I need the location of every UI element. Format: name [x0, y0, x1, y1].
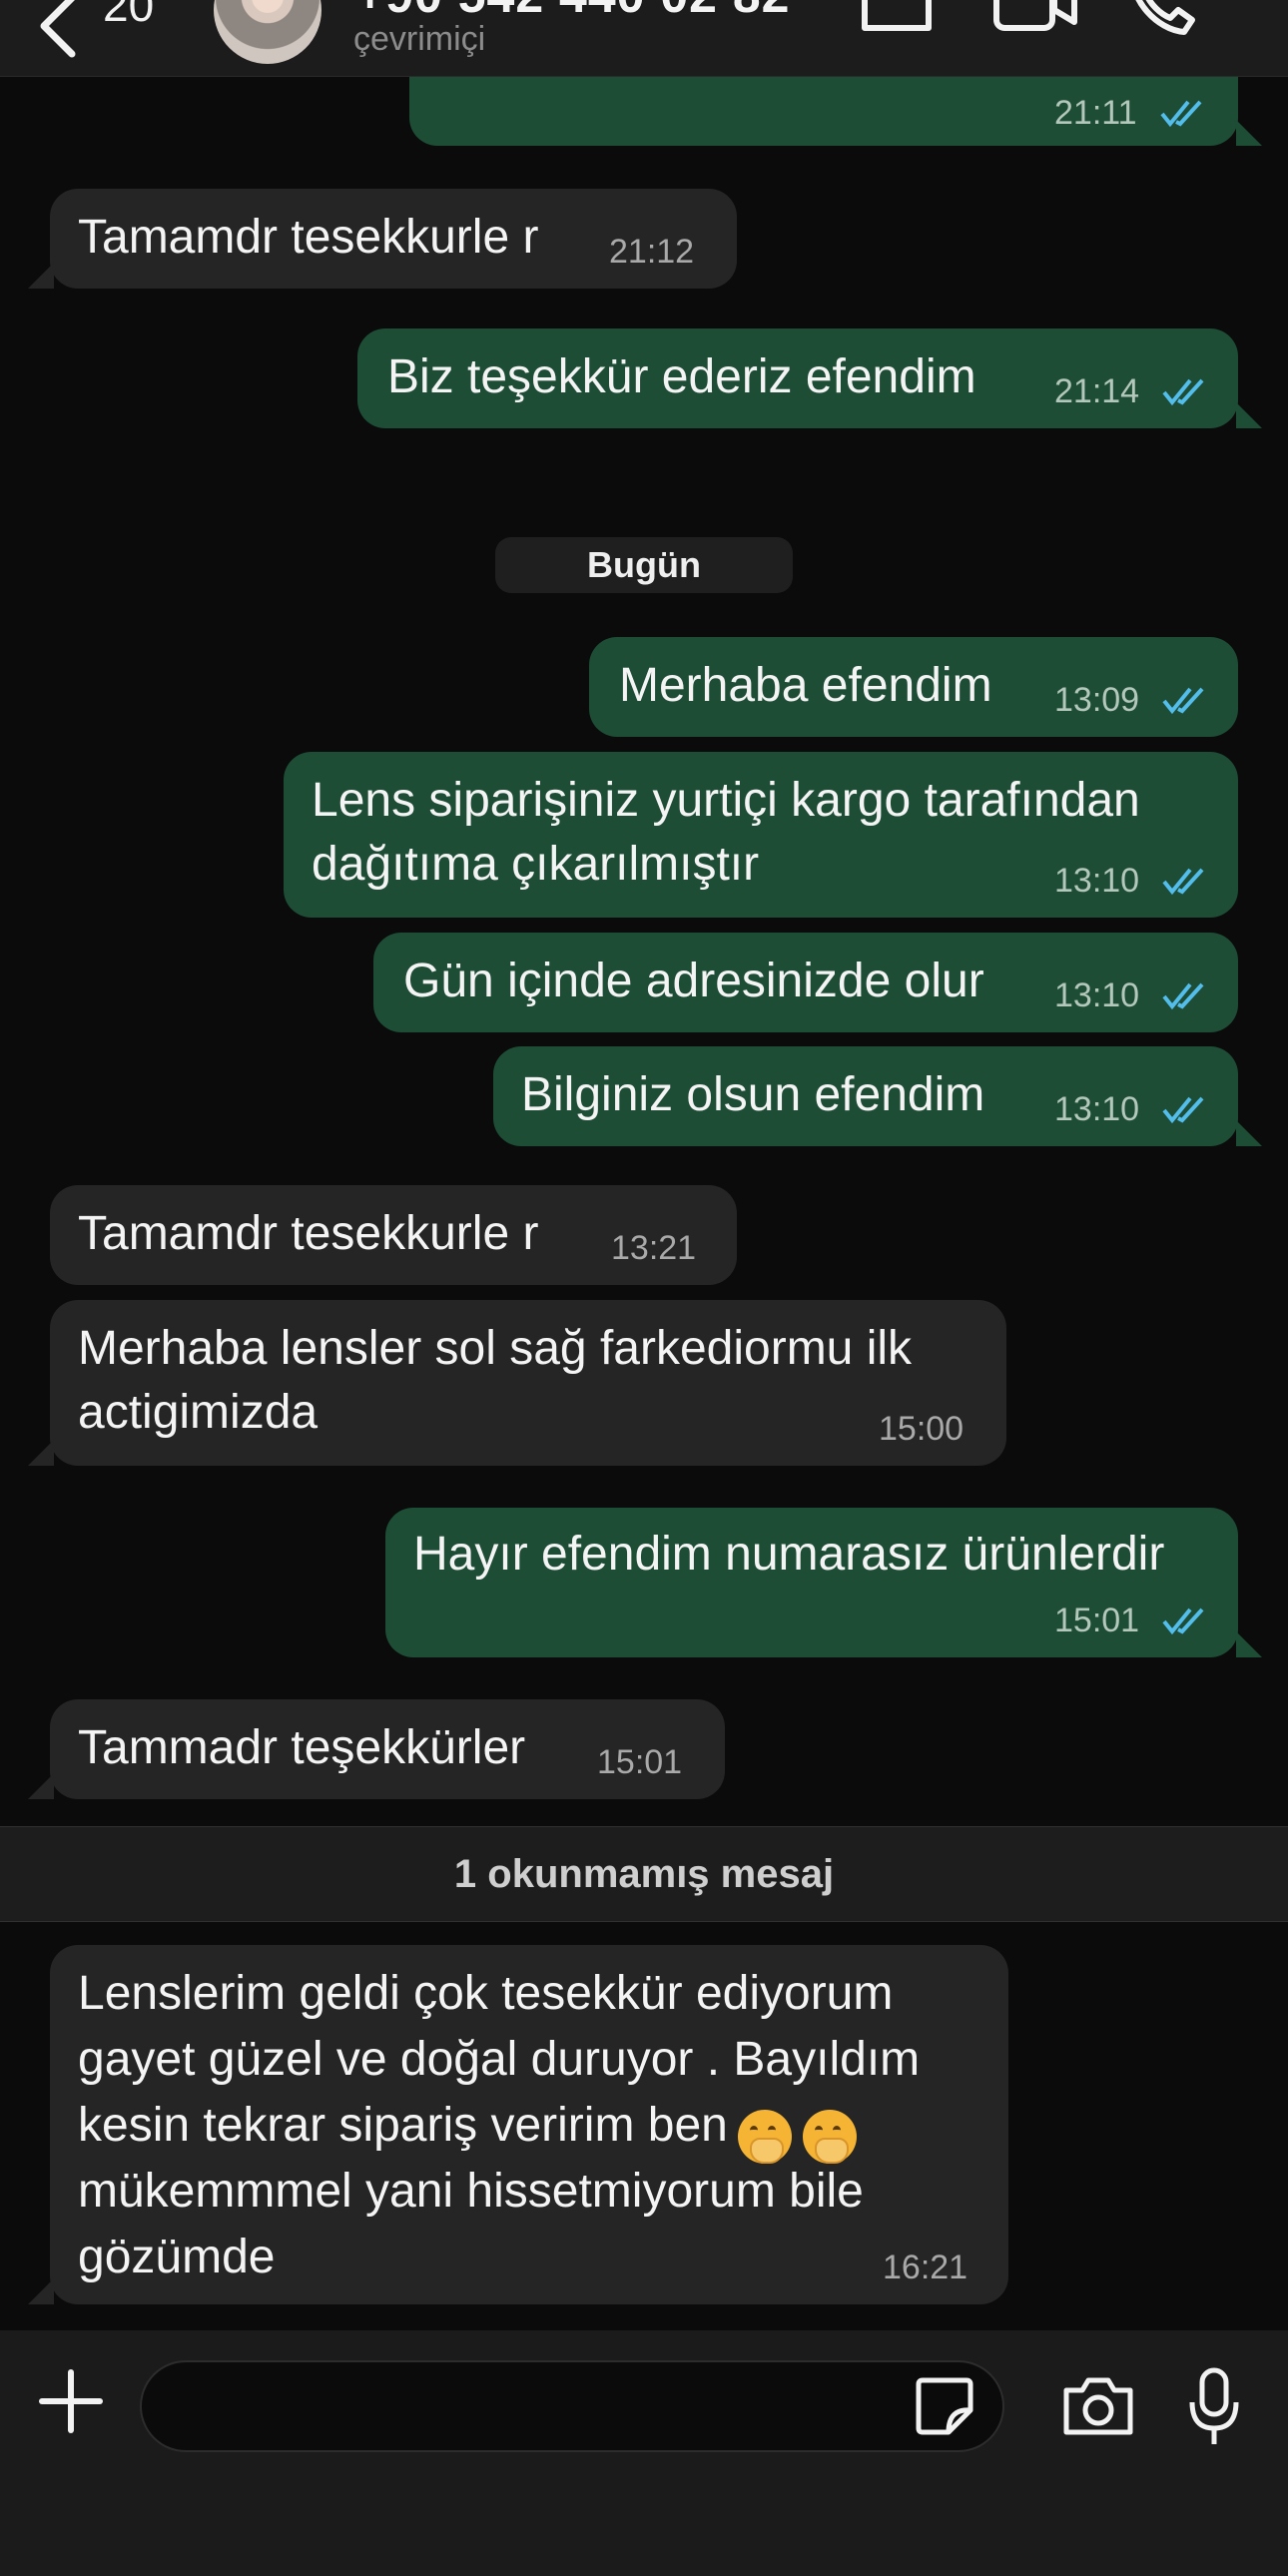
read-receipt-icon [1162, 687, 1204, 715]
message-bubble-outgoing[interactable]: Biz teşekkür ederiz efendim 21:14 [357, 328, 1238, 428]
chat-header: 20 +90 542 440 02 82 çevrimiçi [0, 0, 1288, 77]
message-text: Hayır efendim numarasız ürünlerdir [413, 1528, 1165, 1581]
message-text-line: gayet güzel ve doğal duruyor . Bayıldım [78, 2033, 921, 2086]
message-bubble-incoming[interactable]: Tammadr teşekkürler 15:01 [50, 1699, 725, 1799]
bubble-tail [1236, 1120, 1262, 1146]
message-text: Tamamdr tesekkurle r [78, 1207, 539, 1260]
message-time: 21:11 [1054, 94, 1137, 132]
message-bubble-outgoing[interactable]: Merhaba efendim 13:09 [589, 637, 1238, 737]
camera-icon[interactable] [1060, 2374, 1136, 2438]
bubble-tail [1236, 402, 1262, 428]
microphone-icon[interactable] [1186, 2366, 1242, 2448]
message-time: 21:12 [609, 233, 695, 271]
message-time: 15:01 [597, 1743, 683, 1781]
message-text: Merhaba efendim [619, 659, 992, 712]
message-line-with-emoji: kesin tekrar sipariş veririm ben [78, 2093, 857, 2164]
message-text-line: Lenslerim geldi çok tesekkür ediyorum [78, 1967, 894, 2020]
face-with-hand-over-mouth-emoji [802, 2109, 857, 2164]
message-text: Tammadr teşekkürler [78, 1721, 526, 1774]
sticker-icon[interactable] [913, 2374, 976, 2438]
face-with-hand-over-mouth-emoji [738, 2109, 793, 2164]
message-time: 15:01 [1054, 1602, 1140, 1639]
message-time: 16:21 [883, 2249, 968, 2286]
message-text: Gün içinde adresinizde olur [403, 955, 984, 1007]
sticker-action-icon[interactable] [859, 0, 935, 34]
message-time: 13:10 [1054, 976, 1140, 1014]
message-time: 15:00 [879, 1410, 965, 1448]
message-time: 13:09 [1054, 681, 1140, 719]
bubble-tail [1236, 120, 1262, 146]
read-receipt-icon [1160, 100, 1202, 128]
bubble-tail [28, 263, 54, 289]
phone-icon[interactable] [1126, 0, 1198, 38]
read-receipt-icon [1162, 1096, 1204, 1124]
message-bubble-incoming[interactable]: Tamamdr tesekkurle r 21:12 [50, 189, 737, 289]
video-camera-icon[interactable] [992, 0, 1078, 34]
message-text-line: mükemmmel yani hissetmiyorum bile [78, 2165, 864, 2218]
read-receipt-icon [1162, 982, 1204, 1010]
bubble-tail [28, 2278, 54, 2304]
bubble-tail [1236, 1631, 1262, 1657]
back-unread-count[interactable]: 20 [103, 0, 154, 32]
message-time: 21:14 [1054, 372, 1140, 410]
read-receipt-icon [1162, 378, 1204, 406]
message-text-line: dağıtıma çıkarılmıştır [312, 838, 760, 891]
message-text: Tamamdr tesekkurle r [78, 211, 539, 264]
message-text-line: Merhaba lensler sol sağ farkediormu ilk [78, 1322, 913, 1375]
message-composer [0, 2330, 1288, 2576]
message-text: Bilginiz olsun efendim [521, 1068, 985, 1121]
message-text-line: Lens siparişiniz yurtiçi kargo tarafında… [312, 774, 1140, 827]
message-bubble-incoming[interactable]: Merhaba lensler sol sağ farkediormu ilk … [50, 1300, 1006, 1466]
message-time: 13:10 [1054, 862, 1140, 900]
date-separator: Bugün [495, 537, 793, 593]
message-text: Biz teşekkür ederiz efendim [387, 350, 976, 403]
message-bubble-outgoing[interactable]: Lens siparişiniz yurtiçi kargo tarafında… [284, 752, 1238, 918]
bubble-tail [28, 1773, 54, 1799]
message-time: 13:10 [1054, 1090, 1140, 1128]
message-text-line: actigimizda [78, 1386, 319, 1439]
message-bubble-incoming[interactable]: Lenslerim geldi çok tesekkür ediyorum ga… [50, 1945, 1008, 2304]
read-receipt-icon [1162, 1608, 1204, 1635]
message-time: 13:21 [611, 1229, 697, 1267]
message-list[interactable]: 21:11 Tamamdr tesekkurle r 21:12 Biz teş… [0, 46, 1288, 2330]
contact-status: çevrimiçi [353, 20, 486, 58]
read-receipt-icon [1162, 868, 1204, 896]
message-bubble-outgoing[interactable]: Bilginiz olsun efendim 13:10 [493, 1046, 1238, 1146]
bubble-tail [28, 1440, 54, 1466]
message-bubble-outgoing[interactable]: Gün içinde adresinizde olur 13:10 [373, 933, 1238, 1032]
message-text-line: kesin tekrar sipariş veririm ben [78, 2099, 728, 2152]
contact-avatar[interactable] [214, 0, 322, 64]
plus-icon[interactable] [36, 2366, 106, 2436]
message-input[interactable] [140, 2360, 1004, 2452]
message-bubble-outgoing[interactable]: Hayır efendim numarasız ürünlerdir 15:01 [385, 1508, 1238, 1657]
message-text-line: gözümde [78, 2231, 276, 2283]
unread-messages-banner: 1 okunmamış mesaj [0, 1826, 1288, 1922]
chevron-left-icon[interactable] [30, 0, 100, 60]
message-bubble-incoming[interactable]: Tamamdr tesekkurle r 13:21 [50, 1185, 737, 1285]
